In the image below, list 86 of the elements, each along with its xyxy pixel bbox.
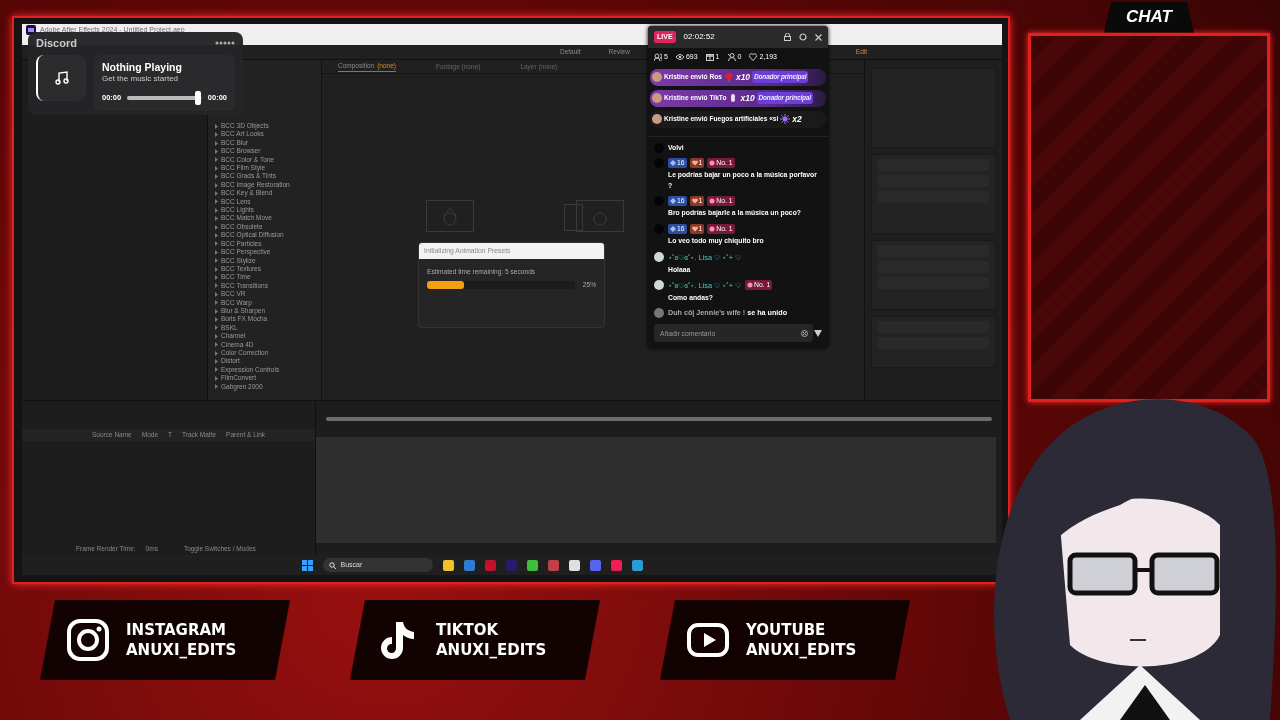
- caret-icon[interactable]: [214, 317, 219, 323]
- caret-icon[interactable]: [214, 190, 219, 196]
- social-handle: ANUXI_EDITS: [746, 640, 857, 660]
- gift-icon: [705, 53, 714, 62]
- people-icon: [654, 53, 662, 62]
- social-handle: ANUXI_EDITS: [436, 640, 547, 660]
- lock-icon[interactable]: [784, 33, 791, 41]
- caret-icon[interactable]: [214, 258, 219, 264]
- caret-icon[interactable]: [214, 275, 219, 280]
- user-avatar: [654, 279, 664, 290]
- track-subtitle: Get the music started: [102, 73, 180, 85]
- caret-icon[interactable]: [214, 216, 219, 222]
- heart-icon: [691, 159, 698, 166]
- caret-icon[interactable]: [214, 308, 219, 314]
- caret-icon[interactable]: [214, 342, 219, 348]
- caret-icon[interactable]: [214, 359, 219, 365]
- instagram-logo-icon: [66, 618, 110, 662]
- caret-icon[interactable]: [214, 140, 219, 146]
- caret-icon[interactable]: [214, 224, 219, 230]
- caret-icon[interactable]: [214, 241, 219, 247]
- settings-icon[interactable]: [799, 33, 807, 41]
- flower-icon: [709, 159, 716, 166]
- caret-icon[interactable]: [214, 291, 219, 297]
- caret-icon[interactable]: [214, 148, 219, 154]
- social-name: INSTAGRAM: [126, 620, 227, 640]
- chat-panel-title: CHAT: [1104, 2, 1194, 33]
- taskbar-app-icon[interactable]: [442, 559, 454, 571]
- app-logo-icon: [26, 25, 36, 35]
- footage-composition-icon: [564, 200, 624, 232]
- caret-icon[interactable]: [214, 300, 219, 306]
- user-avatar: [652, 114, 662, 124]
- diamond-icon: [670, 159, 676, 166]
- close-icon[interactable]: [815, 33, 822, 41]
- stream-timer: 02:02:52: [683, 31, 716, 43]
- filter-icon[interactable]: [814, 329, 822, 337]
- diamond-icon: [670, 197, 676, 204]
- composition-icon: [426, 200, 474, 232]
- track-title: Nothing Playing: [102, 60, 183, 73]
- eye-icon: [675, 53, 684, 62]
- taskbar-app-icon[interactable]: [526, 559, 538, 571]
- gift-count: x10: [740, 91, 755, 105]
- social-name: TIKTOK: [436, 620, 500, 640]
- flower-icon: [709, 225, 716, 232]
- gift-count: x10: [735, 70, 751, 84]
- heart-icon: [749, 53, 758, 62]
- caret-icon[interactable]: [214, 199, 219, 205]
- gift-item-icon: [723, 72, 734, 82]
- taskbar-app-icon[interactable]: [631, 559, 643, 571]
- caret-icon[interactable]: [214, 325, 219, 331]
- user-avatar: [654, 308, 664, 318]
- user-avatar: [652, 93, 662, 103]
- widget-title: Discord: [36, 36, 77, 51]
- caret-icon[interactable]: [214, 333, 219, 339]
- caret-icon[interactable]: [214, 350, 219, 356]
- heart-icon: [691, 225, 698, 232]
- caret-icon[interactable]: [214, 165, 219, 171]
- caret-icon[interactable]: [214, 266, 219, 272]
- caret-icon[interactable]: [214, 384, 219, 390]
- more-dots-icon[interactable]: [215, 41, 235, 46]
- caret-icon[interactable]: [214, 174, 219, 180]
- caret-icon[interactable]: [214, 367, 219, 373]
- diamond-icon: [670, 225, 676, 232]
- caret-icon[interactable]: [214, 207, 219, 213]
- flower-icon: [747, 281, 754, 288]
- user-avatar: [652, 72, 662, 82]
- person-icon: [727, 53, 736, 62]
- search-icon: [328, 561, 336, 569]
- progress-slider[interactable]: [127, 90, 202, 105]
- caret-icon[interactable]: [214, 157, 219, 163]
- caret-icon[interactable]: [214, 375, 219, 381]
- flower-icon: [709, 197, 716, 204]
- caret-icon[interactable]: [214, 233, 219, 238]
- social-handle: ANUXI_EDITS: [126, 640, 237, 660]
- caret-icon[interactable]: [214, 249, 219, 255]
- music-note-icon: [55, 70, 69, 85]
- caret-icon[interactable]: [214, 182, 219, 188]
- heart-icon: [691, 197, 698, 204]
- windows-start-icon[interactable]: [301, 559, 313, 571]
- gift-count: x2: [792, 112, 802, 126]
- gift-item-icon: [780, 114, 791, 124]
- social-name: YOUTUBE: [746, 620, 827, 640]
- user-avatar: [654, 251, 664, 262]
- caret-icon[interactable]: [214, 123, 219, 129]
- caret-icon[interactable]: [214, 283, 219, 289]
- caret-icon[interactable]: [214, 132, 219, 138]
- taskbar-app-icon[interactable]: [568, 559, 580, 571]
